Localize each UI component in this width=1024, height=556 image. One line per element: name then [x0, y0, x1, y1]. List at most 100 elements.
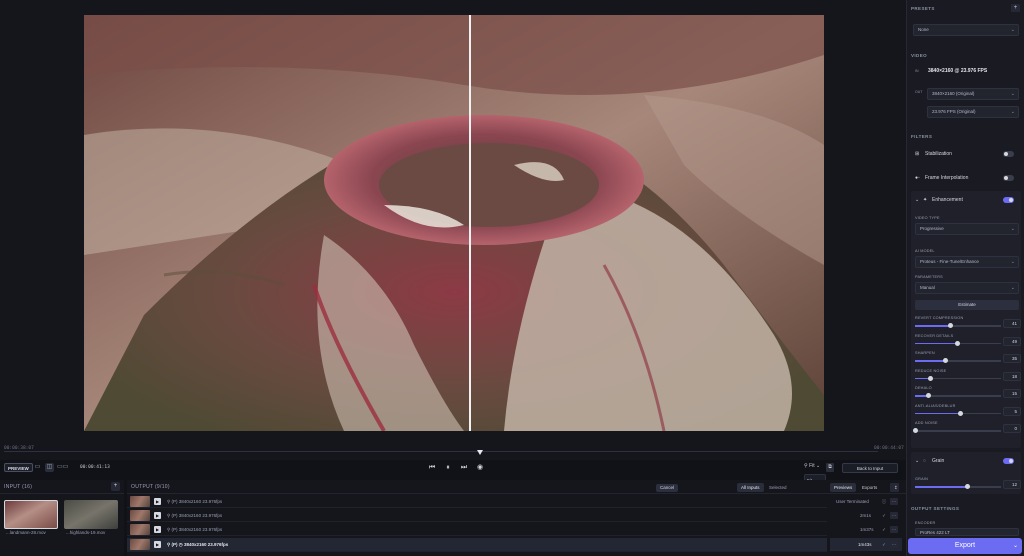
comparison-image[interactable] — [84, 15, 824, 431]
output-row[interactable]: ▶ ⚲ (P) 3840x2160 23.976fps — [127, 509, 827, 522]
grain-slider-knob[interactable] — [964, 484, 970, 489]
encoder-select[interactable]: ProRes 422 LT — [915, 528, 1019, 536]
slider-knob[interactable] — [925, 393, 931, 398]
play-icon[interactable]: ▶ — [154, 512, 161, 519]
slider-value[interactable]: 0 — [1003, 424, 1021, 433]
export-button[interactable]: Export ⌄ — [908, 538, 1022, 554]
more-icon[interactable]: ⋯ — [890, 541, 898, 548]
current-time[interactable]: 00:00:41:13 — [77, 463, 113, 472]
slider-value[interactable]: 5 — [1003, 406, 1021, 416]
timeline[interactable]: 00:00:38:07 00:00:44:07 — [0, 444, 906, 460]
slider-knob[interactable] — [913, 428, 918, 433]
input-thumbnail[interactable] — [4, 500, 58, 529]
preview-status: 1m37s — [860, 527, 874, 532]
tab-all-inputs[interactable]: All Inputs — [737, 483, 764, 492]
info-icon[interactable]: ⓘ — [880, 498, 888, 505]
play-icon[interactable]: ▶ — [154, 526, 161, 533]
chevron-down-icon[interactable]: ⌄ — [915, 197, 919, 203]
parameter-slider[interactable] — [915, 323, 1001, 328]
grain-label: Grain — [932, 458, 945, 464]
more-icon[interactable]: ⋯ — [890, 512, 898, 519]
output-row[interactable]: ▶ ⚲ (P) 3840x2160 23.976fps — [127, 523, 827, 536]
output-fps-value: 23.976 FPS (Original) — [932, 109, 976, 114]
input-thumbnail[interactable] — [64, 500, 118, 529]
next-frame-icon[interactable]: ⏭ — [459, 463, 469, 473]
slider-label: DEHALO — [915, 386, 932, 390]
play-icon[interactable]: ▶ — [154, 541, 161, 548]
slider-label: REVERT COMPRESSION — [915, 316, 964, 320]
preview-row[interactable]: 2m1s ✓ ⋯ — [830, 509, 902, 522]
preset-select[interactable]: None ⌄ — [913, 24, 1019, 36]
cancel-button[interactable]: Cancel — [656, 484, 678, 492]
tab-selected[interactable]: Selected — [765, 483, 791, 492]
compare-toggle-icon[interactable]: ⧉ — [826, 463, 834, 472]
input-panel-header: INPUT (16) + — [0, 480, 124, 494]
previous-frame-icon[interactable]: ⏮ — [427, 463, 437, 473]
play-icon[interactable]: ▶ — [154, 498, 161, 505]
video-type-label: VIDEO TYPE — [915, 216, 940, 220]
slider-value[interactable]: 18 — [1003, 371, 1021, 381]
side-by-side-view-icon[interactable]: ▭▭ — [57, 463, 68, 472]
more-icon[interactable]: ⋯ — [890, 498, 898, 505]
preview-status: User Terminated — [836, 499, 869, 504]
slider-value[interactable]: 41 — [1003, 319, 1021, 328]
playhead-handle[interactable] — [477, 450, 483, 455]
slider-label: ANTI-ALIAS/DEBLUR — [915, 403, 956, 408]
enhancement-row[interactable]: ⌄ ✦ Enhancement — [911, 194, 1021, 208]
slider-value[interactable]: 35 — [1003, 354, 1021, 363]
output-row[interactable]: ▶ ⚲ (P) 3840x2160 23.976fps — [127, 495, 827, 508]
parameters-select[interactable]: Manual ⌄ — [915, 282, 1019, 294]
add-input-button[interactable]: + — [111, 482, 120, 491]
tab-previews[interactable]: Previews — [830, 483, 857, 492]
output-resolution-value: 3840×2160 (Original) — [932, 91, 975, 96]
single-view-icon[interactable]: ▭ — [33, 463, 42, 472]
loop-icon[interactable]: ◉ — [475, 463, 485, 473]
ai-model-select[interactable]: Proteus - Fine-Tune/Enhance ⌄ — [915, 256, 1019, 268]
video-type-select[interactable]: Progressive ⌄ — [915, 223, 1019, 235]
parameter-slider[interactable] — [915, 410, 1001, 416]
parameter-slider[interactable] — [915, 358, 1001, 363]
parameter-slider[interactable] — [913, 428, 1001, 433]
preview-row[interactable]: 1m37s ✓ ⋯ — [830, 523, 902, 536]
split-view-icon[interactable]: ◫ — [45, 463, 54, 472]
parameter-slider[interactable] — [915, 375, 1001, 381]
output-resolution-select[interactable]: 3840×2160 (Original) ⌄ — [927, 88, 1019, 100]
zoom-control[interactable]: ⚲ Fit ⌄ — [804, 463, 820, 473]
preview-button[interactable]: PREVIEW — [4, 463, 33, 472]
parameter-slider[interactable] — [915, 393, 1001, 398]
slider-knob[interactable] — [955, 340, 961, 346]
stabilization-row[interactable]: ⊞ Stabilization — [911, 148, 1021, 162]
chevron-down-icon: ⌄ — [1010, 27, 1015, 33]
output-row-selected[interactable]: ▶ ⚲ (P) ◷ 3840x2160 23.976fps — [127, 538, 827, 552]
frame-interpolation-label: Frame Interpolation — [925, 175, 969, 181]
compare-split-handle[interactable] — [469, 15, 471, 431]
slider-label: RECOVER DETAILS — [915, 333, 954, 338]
enhancement-toggle[interactable] — [1003, 197, 1014, 203]
slider-value[interactable]: 15 — [1003, 389, 1021, 398]
back-to-input-button[interactable]: Back to Input — [842, 463, 898, 473]
preview-row[interactable]: User Terminated ⓘ ⋯ — [830, 495, 902, 508]
slider-value[interactable]: 49 — [1003, 336, 1021, 346]
preview-row-selected[interactable]: 1m43s ✓ ⋯ — [830, 538, 902, 551]
tab-exports[interactable]: Exports — [858, 483, 881, 492]
grain-toggle[interactable] — [1003, 458, 1014, 464]
parameter-slider[interactable] — [915, 340, 1001, 346]
grain-row[interactable]: ⌄ ◌ Grain — [911, 455, 1021, 469]
frame-interpolation-row[interactable]: ●◦ Frame Interpolation — [911, 172, 1021, 186]
estimate-button[interactable]: Estimate — [915, 300, 1019, 310]
slider-knob[interactable] — [957, 410, 963, 416]
more-icon[interactable]: ⋯ — [890, 526, 898, 533]
grain-slider[interactable] — [915, 484, 1001, 489]
chevron-down-icon[interactable]: ⌄ — [915, 458, 919, 464]
stabilization-label: Stabilization — [925, 151, 952, 157]
output-fps-select[interactable]: 23.976 FPS (Original) ⌄ — [927, 106, 1019, 118]
grain-icon: ◌ — [923, 458, 926, 464]
pause-icon[interactable]: ⏸ — [443, 463, 453, 473]
add-preset-button[interactable]: + — [1011, 4, 1020, 12]
timeline-track[interactable] — [4, 451, 878, 452]
grain-value[interactable]: 12 — [1003, 480, 1021, 489]
stabilization-toggle[interactable] — [1003, 151, 1014, 157]
frame-interpolation-toggle[interactable] — [1003, 175, 1014, 181]
upload-icon[interactable]: ↥ — [890, 483, 899, 492]
chevron-down-icon[interactable]: ⌄ — [1013, 538, 1018, 554]
